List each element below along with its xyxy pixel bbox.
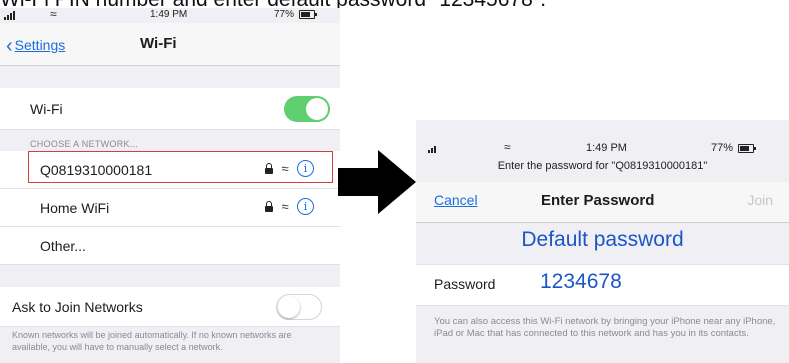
other-label: Other... <box>40 238 86 254</box>
ask-to-join-row: Ask to Join Networks <box>0 287 340 327</box>
battery-icon <box>298 9 317 19</box>
signal-icon <box>4 9 16 20</box>
arrow-right-icon <box>338 150 416 214</box>
right-phone-screen: ≈ 1:49 PM 77% Enter the password for "Q0… <box>416 120 789 363</box>
page-title: Wi-Fi <box>140 35 177 52</box>
wifi-label: Wi-Fi <box>30 101 63 117</box>
navigation-bar: ‹ Settings Wi-Fi <box>0 23 340 66</box>
left-phone-screen: ≈ 1:49 PM 77% ‹ Settings Wi-Fi Wi-Fi CHOO… <box>0 8 340 363</box>
nearby-share-footnote: You can also access this Wi-Fi network b… <box>434 316 776 339</box>
battery-status: 77% <box>711 142 757 154</box>
ask-to-join-label: Ask to Join Networks <box>12 299 143 315</box>
password-nav-bar: Cancel Enter Password Join <box>416 182 789 223</box>
lock-icon <box>265 200 274 212</box>
wifi-toggle-row: Wi-Fi <box>0 88 340 130</box>
info-icon[interactable]: i <box>297 198 314 215</box>
join-footnote: Known networks will be joined automatica… <box>12 330 292 352</box>
wifi-icon: ≈ <box>504 140 511 154</box>
signal-icon <box>428 142 437 153</box>
section-header: CHOOSE A NETWORK... <box>30 139 139 149</box>
enter-password-title: Enter Password <box>541 192 655 209</box>
status-time: 1:49 PM <box>586 142 627 154</box>
wifi-toggle[interactable] <box>284 96 330 122</box>
battery-icon <box>738 143 757 153</box>
password-field-row[interactable]: Password 1234678 <box>416 264 789 306</box>
wifi-icon: ≈ <box>50 8 57 21</box>
battery-percent: 77% <box>711 142 734 154</box>
battery-percent: 77% <box>274 9 295 20</box>
back-label: Settings <box>14 37 66 53</box>
settings-back-button[interactable]: ‹ Settings <box>6 35 65 58</box>
password-prompt: Enter the password for "Q0819310000181" <box>497 160 708 172</box>
password-value[interactable]: 1234678 <box>540 270 622 294</box>
network-row-home-wifi[interactable]: Home WiFi ≈ i <box>0 189 340 227</box>
network-name: Home WiFi <box>40 200 110 216</box>
status-time: 1:49 PM <box>150 9 188 20</box>
other-network-row[interactable]: Other... <box>0 227 340 265</box>
network-highlight-box <box>28 151 333 183</box>
join-button[interactable]: Join <box>747 192 773 208</box>
ask-to-join-toggle[interactable] <box>276 294 322 320</box>
cancel-button[interactable]: Cancel <box>434 192 478 208</box>
chevron-left-icon: ‹ <box>6 35 13 57</box>
battery-status: 77% <box>274 9 317 20</box>
password-label: Password <box>434 276 496 292</box>
wifi-icon: ≈ <box>281 199 289 214</box>
default-password-label: Default password <box>521 228 684 251</box>
